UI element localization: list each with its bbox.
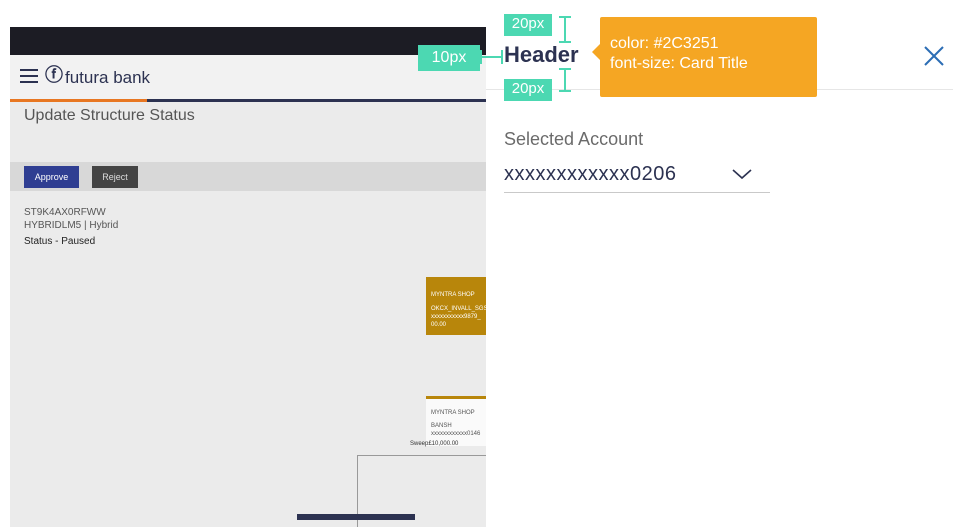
- spacing-bottom-cap: [559, 68, 571, 70]
- spacing-top-guide: [564, 16, 566, 42]
- top-bar: [10, 27, 486, 55]
- node-account: xxxxxxxxxxx9879_: [431, 314, 481, 320]
- hamburger-menu-icon[interactable]: [20, 69, 38, 83]
- node-title: MYNTRA SHOP: [431, 292, 475, 298]
- tooltip-font-line: font-size: Card Title: [610, 55, 748, 72]
- tree-connector: [357, 455, 486, 456]
- spacing-left-label: 10px: [418, 45, 480, 71]
- node-title: MYNTRA SHOP: [431, 410, 475, 416]
- structure-status: Status - Paused: [24, 236, 96, 247]
- spacing-top-cap: [559, 16, 571, 18]
- node-line: BANSH: [431, 423, 452, 429]
- brand-name: futura bank: [65, 68, 151, 87]
- reject-button[interactable]: Reject: [92, 166, 138, 188]
- sweep-label: Sweep£10,000.00: [410, 441, 459, 447]
- background-app: ⓕ futura bank Update Structure Status Ap…: [10, 27, 486, 527]
- approve-button[interactable]: Approve: [24, 166, 79, 188]
- header-accent-orange: [10, 99, 147, 102]
- page-title: Update Structure Status: [24, 107, 195, 124]
- close-icon[interactable]: [922, 44, 946, 68]
- node-account: xxxxxxxxxxxx0146: [431, 431, 481, 437]
- structure-node-card[interactable]: [297, 514, 415, 520]
- spacing-left-cap: [501, 50, 503, 64]
- node-amount: 00.00: [431, 322, 447, 328]
- spacing-bottom-guide: [564, 68, 566, 92]
- spacing-bottom-label: 20px: [504, 79, 552, 101]
- structure-id: ST9K4AX0RFWW: [24, 207, 106, 218]
- panel-header: Header: [504, 42, 579, 67]
- selected-account-label: Selected Account: [504, 129, 644, 149]
- spacing-bottom-cap: [559, 90, 571, 92]
- spacing-top-label: 20px: [504, 14, 552, 36]
- spacing-top-cap: [559, 41, 571, 43]
- brand-logo-icon: ⓕ: [45, 65, 63, 85]
- account-select[interactable]: xxxxxxxxxxxx0206: [504, 158, 770, 193]
- action-toolbar: [10, 162, 486, 191]
- node-line: OKCX_INVALL_SGS: [431, 306, 486, 312]
- structure-node-card[interactable]: MYNTRA SHOP OKCX_INVALL_SGS xxxxxxxxxxx9…: [426, 277, 486, 335]
- selected-account-value: xxxxxxxxxxxx0206: [504, 163, 677, 185]
- spacing-left-cap: [480, 50, 482, 64]
- tooltip-arrow: [592, 44, 600, 60]
- structure-type: HYBRIDLM5 | Hybrid: [24, 220, 119, 231]
- chevron-down-icon[interactable]: [731, 166, 753, 182]
- style-tooltip: color: #2C3251 font-size: Card Title: [600, 17, 817, 97]
- structure-node-card[interactable]: MYNTRA SHOP BANSH xxxxxxxxxxxx0146: [426, 396, 486, 446]
- spacing-left-guide: [480, 56, 502, 58]
- tooltip-color-line: color: #2C3251: [610, 35, 719, 52]
